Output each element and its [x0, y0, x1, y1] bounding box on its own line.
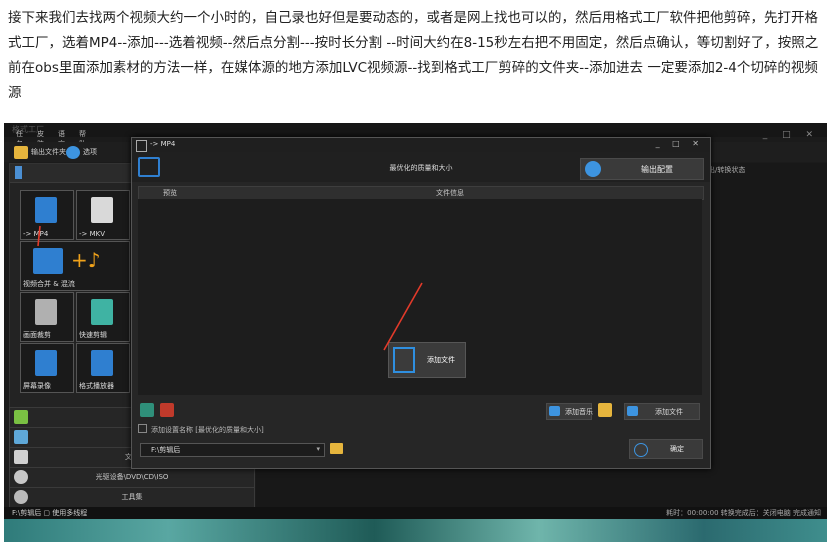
ok-button[interactable]: 确定	[629, 439, 703, 459]
add-setting-name-checkbox[interactable]: 添加设置名称 [最优化的质量和大小]	[138, 424, 264, 435]
check-circle-icon	[634, 443, 648, 457]
tile-player-label: 格式播放器	[79, 382, 114, 390]
add-folder-icon[interactable]	[598, 403, 612, 417]
format-factory-screenshot: 格式工厂 任务 皮肤 语言 帮助 输出文件夹 选项 _ □ ✕ -> MP4 -…	[4, 123, 827, 542]
merge-video-icon	[33, 248, 63, 274]
dialog-header: 最优化的质量和大小 输出配置	[132, 152, 710, 182]
chevron-down-icon: ▾	[316, 445, 320, 453]
delete-icon[interactable]	[160, 403, 174, 417]
add-file-label: 添加文件	[655, 408, 683, 416]
dialog-window-icon	[136, 140, 147, 152]
background-photo	[4, 519, 827, 542]
output-folder-label: 输出文件夹	[31, 148, 66, 156]
gear-icon	[585, 161, 601, 177]
center-add-file-button[interactable]: 添加文件	[388, 342, 466, 378]
tile-merge-video-label: 视频合并 & 混流	[23, 280, 75, 288]
app-titlebar: 格式工厂	[4, 123, 827, 137]
checkbox-box[interactable]	[138, 424, 147, 433]
cut-icon	[91, 299, 113, 325]
add-music-button[interactable]: 添加音乐	[546, 403, 593, 420]
add-file-icon	[393, 347, 415, 373]
tile-crop-label: 画面裁剪	[23, 331, 51, 339]
video-category-icon	[15, 166, 22, 179]
player-icon	[91, 350, 113, 376]
music-icon	[14, 410, 28, 424]
output-path-value: F:\剪辑后	[151, 446, 181, 454]
column-preview: 预览	[163, 189, 177, 197]
add-file-button[interactable]: 添加文件	[624, 403, 700, 420]
mp4-dialog: -> MP4 _ □ ✕ 最优化的质量和大小 输出配置 预览 文件信息 添加文件	[131, 137, 711, 469]
tile-to-mp4[interactable]: -> MP4	[20, 190, 74, 240]
dialog-title: -> MP4	[150, 140, 176, 148]
checkbox-label: 添加设置名称 [最优化的质量和大小]	[151, 426, 264, 434]
file-table-body: 添加文件	[138, 199, 702, 395]
tile-crop[interactable]: 画面裁剪	[20, 292, 74, 342]
tile-to-mp4-label: -> MP4	[23, 230, 49, 238]
tile-screen-record[interactable]: 屏幕录像	[20, 343, 74, 393]
options-button[interactable]: 选项	[66, 145, 97, 159]
options-label: 选项	[83, 148, 97, 156]
gear-icon	[66, 145, 80, 159]
add-music-label: 添加音乐	[565, 408, 593, 416]
output-folder-button[interactable]: 输出文件夹	[14, 145, 66, 159]
dialog-action-bar: 添加音乐 添加文件	[138, 401, 702, 420]
browse-folder-icon[interactable]	[330, 443, 343, 454]
plus-icon: +♪	[71, 248, 101, 272]
mp4-file-icon	[35, 197, 57, 223]
tile-quick-cut[interactable]: 快速剪辑	[76, 292, 130, 342]
music-icon	[549, 406, 560, 416]
folder-icon	[14, 145, 28, 159]
category-tools-label: 工具集	[121, 493, 143, 501]
screen-record-icon	[35, 350, 57, 376]
article-text: 接下来我们去找两个视频大约一个小时的，自己录也好但是要动态的，或者是网上找也可以…	[8, 10, 819, 101]
tile-merge-video[interactable]: +♪ 视频合并 & 混流	[20, 241, 130, 291]
status-output-path-value: F:\剪辑后	[12, 509, 42, 517]
scissors-icon	[35, 299, 57, 325]
picture-icon	[14, 430, 28, 444]
category-disc[interactable]: 光驱设备\DVD\CD\ISO	[9, 467, 255, 488]
status-bar: F:\剪辑后 ▢ 使用多线程 耗时：00:00:00 转换完成后：关闭电脑 完成…	[4, 507, 827, 519]
center-add-file-label: 添加文件	[427, 356, 455, 364]
status-output-path: F:\剪辑后 ▢ 使用多线程	[12, 509, 88, 517]
column-file-info: 文件信息	[436, 189, 464, 197]
output-path-select[interactable]: F:\剪辑后 ▾	[140, 443, 325, 457]
article-paragraph: 接下来我们去找两个视频大约一个小时的，自己录也好但是要动态的，或者是网上找也可以…	[8, 6, 826, 106]
add-file-icon	[627, 406, 638, 416]
tile-to-mkv-label: -> MKV	[79, 230, 106, 238]
category-disc-label: 光驱设备\DVD\CD\ISO	[95, 473, 169, 481]
tile-to-mkv[interactable]: -> MKV	[76, 190, 130, 240]
output-config-label: 输出配置	[641, 165, 673, 174]
dialog-titlebar: -> MP4 _ □ ✕	[132, 138, 710, 152]
output-config-button[interactable]: 输出配置	[580, 158, 704, 180]
file-table-header: 预览 文件信息	[138, 186, 704, 200]
cut-icon[interactable]	[140, 403, 154, 417]
status-column-header: 输出/转换状态	[701, 166, 746, 174]
category-tools[interactable]: 工具集	[9, 487, 255, 508]
tile-player[interactable]: 格式播放器	[76, 343, 130, 393]
ok-label: 确定	[670, 445, 684, 453]
status-right: 耗时：00:00:00 转换完成后：关闭电脑 完成通知	[666, 509, 821, 517]
status-multithread[interactable]: 使用多线程	[52, 509, 87, 517]
video-file-icon	[91, 197, 113, 223]
tile-screen-record-label: 屏幕录像	[23, 382, 51, 390]
dialog-window-controls[interactable]: _ □ ✕	[656, 139, 704, 148]
app-window-controls[interactable]: _ □ ✕	[763, 130, 819, 140]
tile-quick-cut-label: 快速剪辑	[79, 331, 107, 339]
